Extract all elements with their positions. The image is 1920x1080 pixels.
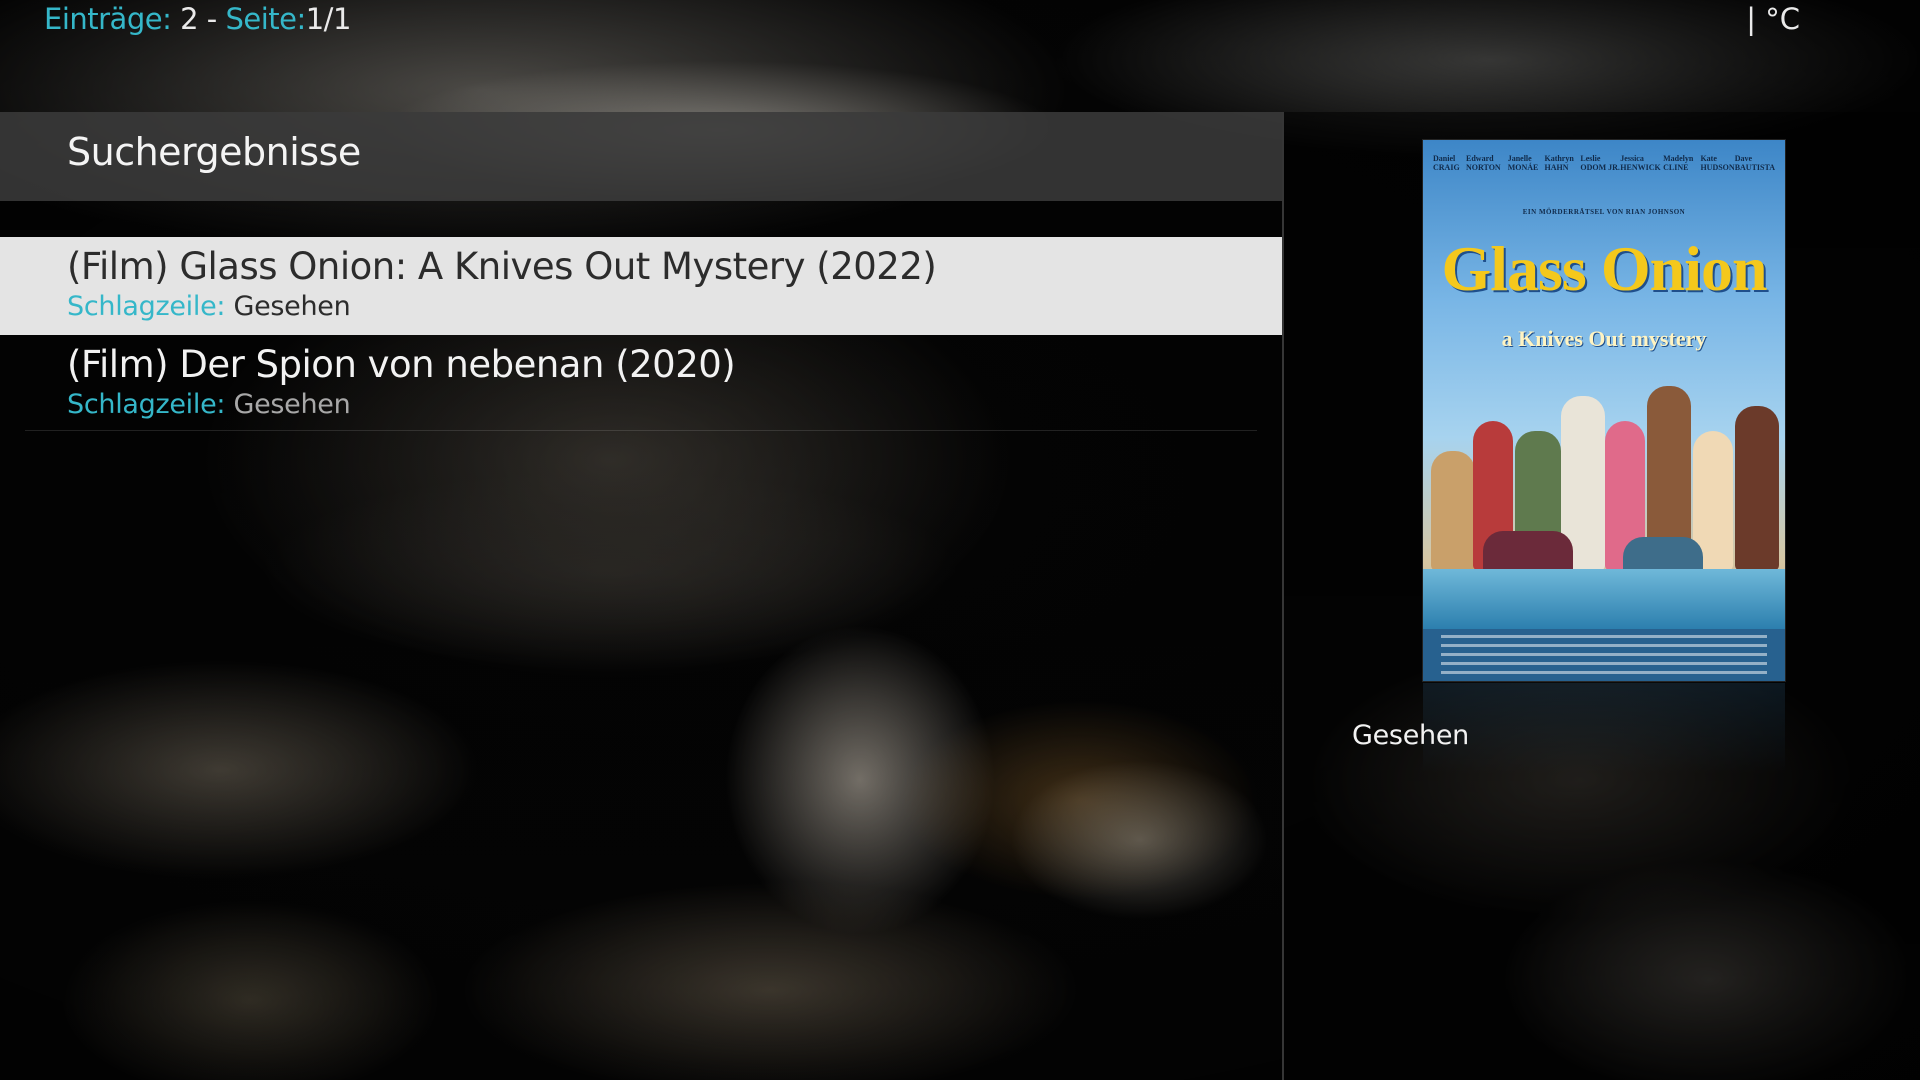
item-subtitle: Schlagzeile: Gesehen (67, 389, 351, 420)
poster-credits (1423, 629, 1785, 681)
list-divider (25, 430, 1257, 431)
list-item[interactable]: (Film) Der Spion von nebenan (2020) Schl… (0, 335, 1282, 433)
temperature-readout: | °C (1746, 2, 1800, 36)
item-subtitle-value: Gesehen (233, 389, 351, 420)
entry-page-counter: Einträge: 2 - Seite:1/1 (44, 2, 351, 36)
poster-tagline: EIN MÖRDERRÄTSEL VON RIAN JOHNSON (1522, 208, 1686, 216)
poster-title: Glass Onion (1441, 233, 1767, 304)
page-label: Seite: (225, 2, 306, 36)
poster-subtitle: a Knives Out mystery (1501, 326, 1707, 351)
page-title: Suchergebnisse (67, 130, 361, 174)
counter-separator: - (206, 2, 217, 36)
poster-cast: Daniel CRAIG Edward NORTON Janelle MONÁE K… (1433, 154, 1775, 172)
item-subtitle: Schlagzeile: Gesehen (67, 291, 351, 322)
poster-pool (1423, 569, 1785, 629)
detail-status: Gesehen (1352, 720, 1469, 751)
entries-value: 2 (180, 2, 199, 36)
item-subtitle-value: Gesehen (233, 291, 351, 322)
entries-label: Einträge: (44, 2, 172, 36)
page-value: 1/1 (305, 2, 352, 36)
poster-reflection (1423, 683, 1785, 773)
movie-poster: Daniel CRAIG Edward NORTON Janelle MONÁE K… (1423, 140, 1785, 681)
title-bar: Suchergebnisse (0, 112, 1282, 201)
item-title: (Film) Glass Onion: A Knives Out Mystery… (67, 245, 937, 288)
results-list: (Film) Glass Onion: A Knives Out Mystery… (0, 201, 1282, 1080)
item-subtitle-label: Schlagzeile: (67, 291, 226, 322)
list-item[interactable]: (Film) Glass Onion: A Knives Out Mystery… (0, 237, 1282, 335)
item-title: (Film) Der Spion von nebenan (2020) (67, 343, 736, 386)
item-subtitle-label: Schlagzeile: (67, 389, 226, 420)
